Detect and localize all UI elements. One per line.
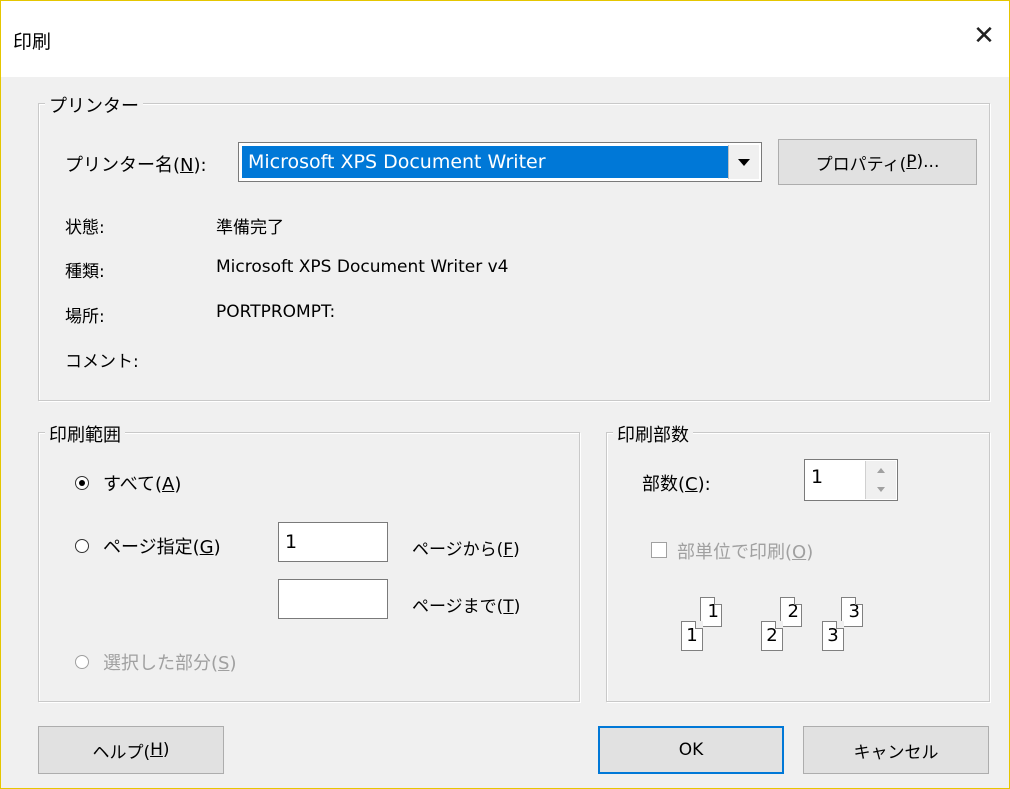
type-value: Microsoft XPS Document Writer v4 bbox=[216, 257, 509, 277]
copies-group-label: 印刷部数 bbox=[613, 421, 693, 447]
printer-name-combobox[interactable]: Microsoft XPS Document Writer bbox=[238, 142, 762, 182]
cancel-button[interactable]: キャンセル bbox=[803, 726, 989, 774]
copies-count-spinner[interactable]: 1 bbox=[804, 459, 898, 501]
comment-label: コメント: bbox=[65, 352, 139, 372]
type-label: 種類: bbox=[65, 262, 105, 282]
chevron-down-icon[interactable] bbox=[728, 145, 759, 179]
properties-button[interactable]: プロパティ(P)... bbox=[778, 139, 977, 185]
collate-page-back-2: 2 bbox=[780, 597, 802, 627]
range-selection-label[interactable]: 選択した部分(S) bbox=[103, 649, 237, 675]
print-range-group-label: 印刷範囲 bbox=[45, 421, 125, 447]
page-from-input[interactable]: 1 bbox=[278, 522, 388, 562]
collate-illustration: 1 1 2 2 3 3 bbox=[681, 597, 881, 661]
collate-page-front-2: 2 bbox=[761, 621, 783, 651]
range-all-label[interactable]: すべて(A) bbox=[103, 470, 181, 496]
page-to-input[interactable] bbox=[278, 579, 388, 619]
collate-checkbox[interactable] bbox=[651, 542, 667, 558]
spin-down-icon[interactable] bbox=[865, 480, 896, 499]
range-selection-radio[interactable] bbox=[75, 655, 89, 669]
printer-name-label: プリンター名(N): bbox=[65, 155, 207, 176]
range-all-radio[interactable] bbox=[75, 476, 89, 490]
page-from-label: ページから(F) bbox=[412, 540, 520, 560]
dialog-title: 印刷 bbox=[13, 31, 52, 53]
printer-group-label: プリンター bbox=[45, 92, 143, 118]
range-pages-radio[interactable] bbox=[75, 539, 89, 553]
status-label: 状態: bbox=[65, 218, 105, 238]
collate-page-back-1: 1 bbox=[700, 597, 722, 627]
help-button[interactable]: ヘルプ(H) bbox=[38, 726, 224, 774]
collate-page-back-3: 3 bbox=[841, 597, 863, 627]
copies-count-value[interactable]: 1 bbox=[811, 466, 823, 488]
ok-button[interactable]: OK bbox=[598, 726, 784, 774]
location-value: PORTPROMPT: bbox=[216, 302, 336, 322]
collate-page-front-3: 3 bbox=[822, 621, 844, 651]
status-value: 準備完了 bbox=[216, 218, 284, 238]
close-icon[interactable]: ✕ bbox=[969, 21, 999, 51]
title-bar: 印刷 ✕ bbox=[1, 1, 1009, 77]
printer-name-selected: Microsoft XPS Document Writer bbox=[242, 146, 728, 178]
range-pages-label[interactable]: ページ指定(G) bbox=[103, 533, 221, 559]
collate-page-front-1: 1 bbox=[681, 621, 703, 651]
spin-up-icon[interactable] bbox=[865, 461, 896, 481]
print-dialog: 印刷 ✕ プリンター プリンター名(N): Microsoft XPS Docu… bbox=[0, 0, 1010, 789]
location-label: 場所: bbox=[65, 307, 105, 327]
collate-label[interactable]: 部単位で印刷(O) bbox=[677, 538, 813, 564]
copies-count-label: 部数(C): bbox=[642, 474, 711, 495]
page-to-label: ページまで(T) bbox=[412, 597, 521, 617]
